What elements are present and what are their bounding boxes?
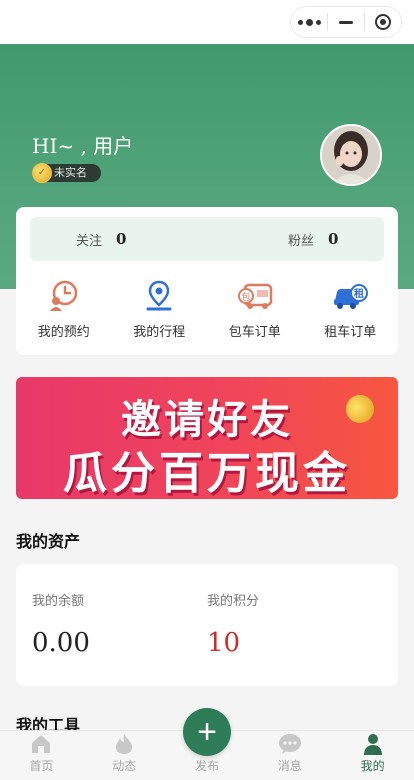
tab-label: 动态 <box>112 759 137 773</box>
more-menu-button[interactable] <box>291 7 327 37</box>
follow-stat[interactable]: 关注 0 <box>76 217 126 261</box>
minimize-button[interactable] <box>328 7 364 37</box>
fans-count: 0 <box>328 230 339 248</box>
profile-card: 关注 0 粉丝 0 我的预约 我的行程 包 包车订单 租 租车订单 <box>16 207 398 355</box>
follow-count: 0 <box>116 230 127 248</box>
tab-label: 消息 <box>277 759 302 773</box>
balance-label: 我的余额 <box>32 593 85 608</box>
plus-icon: + <box>197 713 217 751</box>
quick-actions: 我的预约 我的行程 包 包车订单 租 租车订单 <box>16 279 398 349</box>
clock-person-icon <box>46 279 82 313</box>
quick-item-trip[interactable]: 我的行程 <box>112 279 208 349</box>
top-bar <box>0 0 414 44</box>
fans-label: 粉丝 <box>288 232 315 248</box>
greeting-text: HI~ , 用户 <box>32 134 134 158</box>
map-pin-icon <box>141 279 177 313</box>
rental-car-icon: 租 <box>332 279 369 313</box>
balance-value[interactable]: 0.00 <box>32 628 90 658</box>
flame-icon <box>112 732 136 756</box>
avatar[interactable] <box>320 124 382 186</box>
tab-home[interactable]: 首页 <box>0 731 83 780</box>
quick-item-charter[interactable]: 包 包车订单 <box>207 279 303 349</box>
quick-item-reservation[interactable]: 我的预约 <box>16 279 112 349</box>
tab-label: 首页 <box>29 759 54 773</box>
banner-line-2: 瓜分百万现金 <box>63 449 351 498</box>
verify-status-label: 未实名 <box>54 167 87 179</box>
tab-messages[interactable]: 消息 <box>248 731 331 780</box>
follow-stats-row: 关注 0 粉丝 0 <box>30 217 384 261</box>
assets-section-title: 我的资产 <box>16 534 81 551</box>
avatar-portrait-icon <box>322 126 380 184</box>
invite-banner[interactable]: 邀请好友 瓜分百万现金 <box>16 377 398 499</box>
tab-moments[interactable]: 动态 <box>83 731 166 780</box>
assets-card: 我的余额 0.00 我的积分 10 <box>16 564 398 686</box>
svg-text:包: 包 <box>241 291 250 303</box>
chat-icon <box>278 732 302 756</box>
points-label: 我的积分 <box>207 593 260 608</box>
follow-label: 关注 <box>76 232 103 248</box>
points-value[interactable]: 10 <box>207 628 240 658</box>
svg-text:租: 租 <box>354 287 364 300</box>
quick-item-label: 租车订单 <box>324 324 377 339</box>
mini-program-capsule <box>290 6 402 38</box>
minus-icon <box>339 20 353 24</box>
tab-mine[interactable]: 我的 <box>331 731 414 780</box>
fans-stat[interactable]: 粉丝 0 <box>288 217 338 261</box>
close-capsule-button[interactable] <box>365 7 401 37</box>
tab-label: 发布 <box>194 759 219 773</box>
user-icon <box>361 732 385 756</box>
tab-label: 我的 <box>360 759 385 773</box>
home-icon <box>29 732 53 756</box>
quick-item-label: 我的预约 <box>37 324 90 339</box>
quick-item-label: 包车订单 <box>228 324 281 339</box>
publish-fab-button[interactable]: + <box>183 708 231 756</box>
bus-icon: 包 <box>237 279 273 313</box>
verify-status-badge[interactable]: ✓ 未实名 <box>32 163 101 183</box>
quick-item-rental[interactable]: 租 租车订单 <box>303 279 399 349</box>
target-close-icon <box>375 14 391 30</box>
more-dots-icon <box>297 18 321 26</box>
coin-icon: ✓ <box>32 163 52 183</box>
quick-item-label: 我的行程 <box>133 324 186 339</box>
